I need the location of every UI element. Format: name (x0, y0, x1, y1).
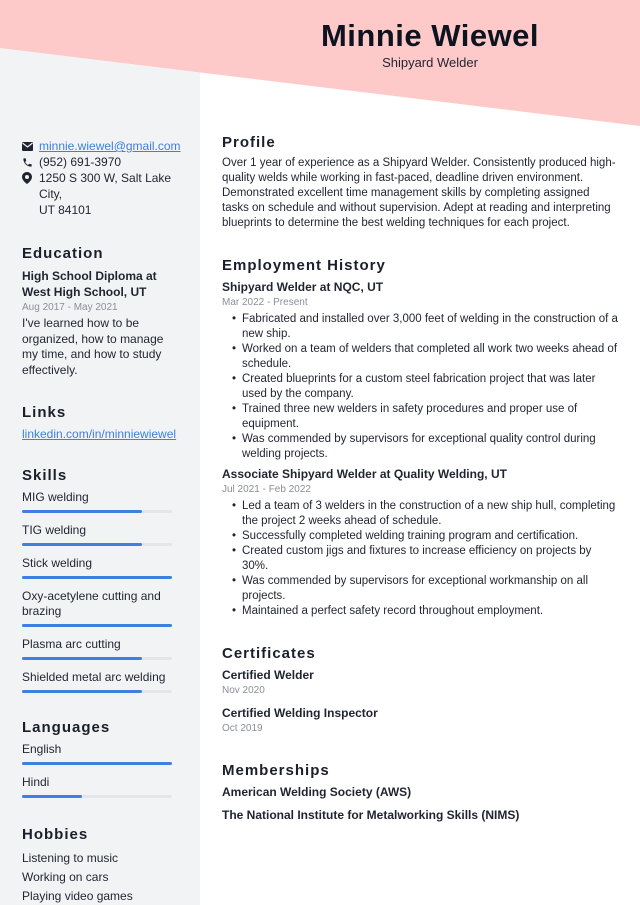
sidebar-content: minnie.wiewel@gmail.com (952) 691-3970 1… (22, 138, 182, 905)
skill-level-fill (22, 690, 142, 693)
certificate-date: Oct 2019 (222, 723, 263, 734)
certificates-heading: Certificates (222, 645, 316, 662)
certificates-section: Certificates Certified Welder Nov 2020 Cert… (222, 645, 618, 736)
map-pin-icon (22, 170, 39, 186)
skill-item: Stick welding (22, 556, 182, 579)
job-title: Shipyard Welder at NQC, UT (222, 280, 384, 294)
skill-item: Shielded metal arc welding (22, 670, 182, 693)
hobby-item: Working on cars (22, 870, 109, 884)
certificate-title: Certified Welding Inspector (222, 706, 378, 720)
skill-level-bar (22, 576, 172, 579)
job-bullet: Was commended by supervisors for excepti… (232, 574, 618, 604)
certificate-item: Certified Welding Inspector Oct 2019 (222, 705, 618, 736)
memberships-section: Memberships American Welding Society (AWS… (222, 762, 618, 823)
profile-section: Profile Over 1 year of experience as a S… (222, 134, 618, 231)
language-level-fill (22, 795, 82, 798)
skills-section: Skills MIG welding TIG welding Stick weldin… (22, 467, 182, 693)
skill-label: Shielded metal arc welding (22, 670, 166, 684)
skill-level-fill (22, 657, 142, 660)
education-heading: Education (22, 245, 104, 262)
job-bullet: Successfully completed welding training … (232, 529, 618, 544)
address: 1250 S 300 W, Salt Lake City, UT 84101 (39, 171, 172, 217)
language-level-bar (22, 795, 172, 798)
email-link[interactable]: minnie.wiewel@gmail.com (39, 138, 181, 154)
contact-email: minnie.wiewel@gmail.com (22, 138, 182, 154)
job-entry: Associate Shipyard Welder at Quality Wel… (222, 466, 618, 619)
job-bullet: Worked on a team of welders that complet… (232, 342, 618, 372)
job-bullet: Created custom jigs and fixtures to incr… (232, 544, 618, 574)
membership-item: American Welding Society (AWS) (222, 785, 412, 799)
job-title: Associate Shipyard Welder at Quality Wel… (222, 467, 507, 481)
skill-item: Plasma arc cutting (22, 637, 182, 660)
skill-item: MIG welding (22, 490, 182, 513)
skill-item: Oxy-acetylene cutting and brazing (22, 589, 182, 627)
skill-level-bar (22, 624, 172, 627)
language-label: Hindi (22, 775, 50, 789)
memberships-heading: Memberships (222, 762, 330, 779)
skill-level-fill (22, 510, 142, 513)
candidate-role: Shipyard Welder (382, 55, 478, 70)
education-section: Education High School Diploma at West Hi… (22, 245, 182, 378)
skill-level-fill (22, 624, 172, 627)
languages-heading: Languages (22, 719, 111, 736)
job-bullet: Fabricated and installed over 3,000 feet… (232, 312, 618, 342)
language-item: Hindi (22, 775, 182, 798)
phone-number: (952) 691-3970 (39, 155, 122, 169)
skill-level-bar (22, 657, 172, 660)
job-dates: Mar 2022 - Present (222, 297, 308, 308)
skills-heading: Skills (22, 467, 68, 484)
job-bullet: Was commended by supervisors for excepti… (232, 432, 618, 462)
job-bullet: Trained three new welders in safety proc… (232, 402, 618, 432)
links-section: Links linkedin.com/in/minniewiewel (22, 404, 182, 441)
languages-section: Languages English Hindi (22, 719, 182, 798)
employment-section: Employment History Shipyard Welder at NQC… (222, 257, 618, 619)
hobby-item: Playing video games (22, 889, 133, 903)
certificate-date: Nov 2020 (222, 685, 265, 696)
skill-label: MIG welding (22, 490, 89, 504)
skill-label: TIG welding (22, 523, 87, 537)
skill-level-fill (22, 543, 142, 546)
job-dates: Jul 2021 - Feb 2022 (222, 484, 311, 495)
contact-block: minnie.wiewel@gmail.com (952) 691-3970 1… (22, 138, 182, 218)
contact-address: 1250 S 300 W, Salt Lake City, UT 84101 (22, 170, 182, 218)
skill-item: TIG welding (22, 523, 182, 546)
header: Minnie Wiewel Shipyard Welder (200, 18, 640, 70)
skill-label: Plasma arc cutting (22, 637, 121, 651)
education-description: I've learned how to be organized, how to… (22, 316, 164, 377)
main-content: Profile Over 1 year of experience as a S… (222, 134, 618, 830)
linkedin-link[interactable]: linkedin.com/in/minniewiewel (22, 427, 176, 441)
job-bullet: Led a team of 3 welders in the construct… (232, 499, 618, 529)
job-bullets: Fabricated and installed over 3,000 feet… (232, 312, 618, 462)
education-dates: Aug 2017 - May 2021 (22, 302, 118, 313)
skill-level-bar (22, 690, 172, 693)
candidate-name: Minnie Wiewel (320, 18, 540, 53)
job-bullets: Led a team of 3 welders in the construct… (232, 499, 618, 619)
hobbies-heading: Hobbies (22, 826, 89, 843)
hobbies-section: Hobbies Listening to music Working on cars… (22, 826, 182, 905)
membership-item: The National Institute for Metalworking … (222, 808, 520, 822)
job-bullet: Maintained a perfect safety record throu… (232, 604, 618, 619)
language-level-fill (22, 762, 172, 765)
skill-level-fill (22, 576, 172, 579)
language-item: English (22, 742, 182, 765)
employment-heading: Employment History (222, 257, 386, 274)
profile-text: Over 1 year of experience as a Shipyard … (222, 157, 616, 229)
job-entry: Shipyard Welder at NQC, UT Mar 2022 - Pre… (222, 279, 618, 462)
contact-phone: (952) 691-3970 (22, 154, 182, 170)
education-title: High School Diploma at West High School,… (22, 269, 157, 299)
skill-level-bar (22, 543, 172, 546)
certificate-item: Certified Welder Nov 2020 (222, 667, 618, 698)
profile-heading: Profile (222, 134, 276, 151)
envelope-icon (22, 138, 39, 154)
job-bullet: Created blueprints for a custom steel fa… (232, 372, 618, 402)
skill-level-bar (22, 510, 172, 513)
certificate-title: Certified Welder (222, 668, 314, 682)
links-heading: Links (22, 404, 67, 421)
phone-icon (22, 154, 39, 170)
language-label: English (22, 742, 62, 756)
hobby-item: Listening to music (22, 851, 119, 865)
language-level-bar (22, 762, 172, 765)
skill-label: Stick welding (22, 556, 93, 570)
skill-label: Oxy-acetylene cutting and brazing (22, 589, 161, 618)
